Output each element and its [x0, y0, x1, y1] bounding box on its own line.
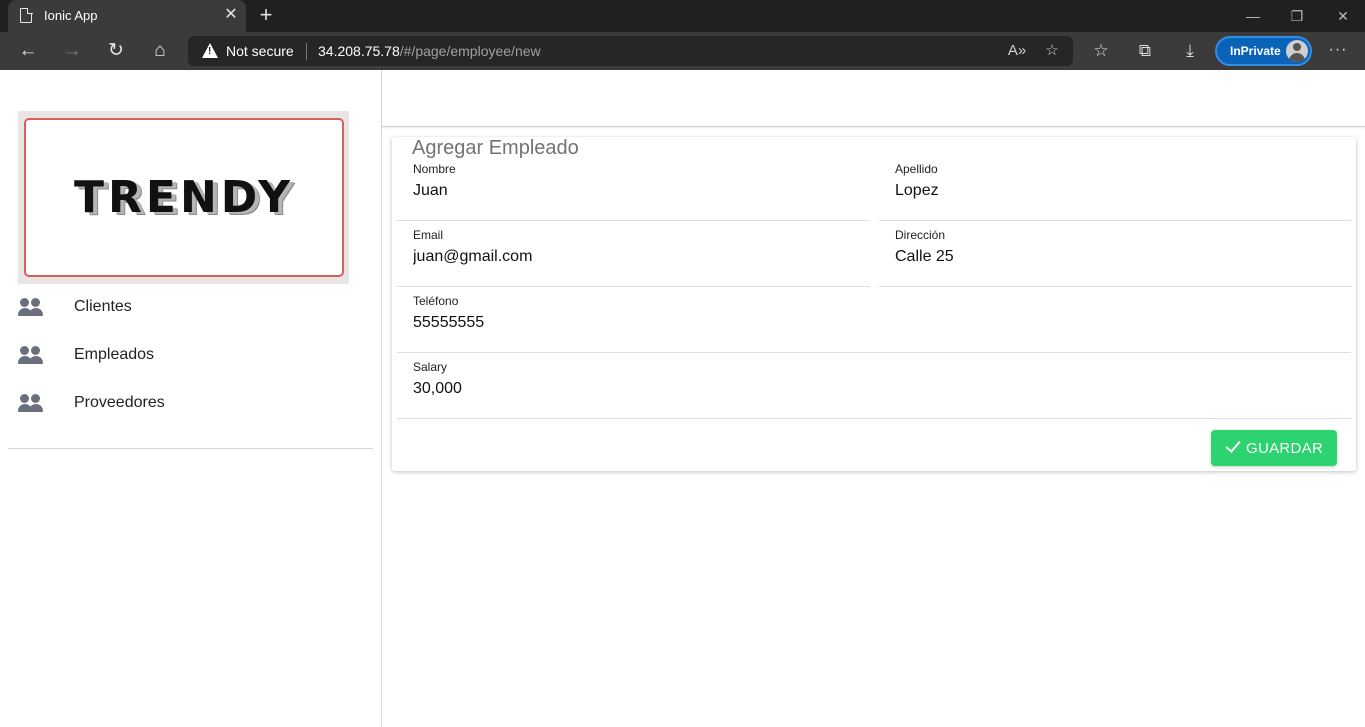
page-header — [382, 70, 1365, 127]
apellido-field: Apellido — [879, 155, 1351, 221]
salary-input[interactable] — [413, 378, 1343, 400]
email-label: Email — [413, 228, 444, 242]
browser-tab[interactable]: Ionic App ✕ — [8, 0, 246, 32]
email-field: Email — [397, 221, 870, 287]
salary-field: Salary — [397, 353, 1351, 419]
address-bar[interactable]: Not secure 34.208.75.78/#/page/employee/… — [188, 36, 1073, 66]
menu-item-label: Empleados — [74, 346, 155, 363]
avatar — [1286, 40, 1308, 62]
close-tab-icon[interactable]: ✕ — [222, 5, 240, 25]
menu-item-empleados[interactable]: Empleados — [0, 332, 381, 380]
apellido-label: Apellido — [895, 162, 938, 176]
add-favorite-icon[interactable]: ☆ — [1041, 40, 1063, 62]
direccion-label: Dirección — [895, 228, 946, 242]
nombre-input[interactable] — [413, 180, 862, 202]
minimize-icon[interactable]: — — [1243, 6, 1263, 26]
telefono-input[interactable] — [413, 312, 1343, 334]
inprivate-label: InPrivate — [1230, 44, 1281, 58]
logo-card: TRENDY — [24, 118, 344, 277]
menu-divider — [8, 448, 373, 449]
salary-label: Salary — [413, 360, 448, 374]
telefono-label: Teléfono — [413, 294, 459, 308]
refresh-icon[interactable]: ↻ — [103, 39, 129, 63]
browser-toolbar: ← → ↻ ⌂ Not secure 34.208.75.78/#/page/e… — [0, 32, 1365, 70]
read-aloud-icon[interactable]: A» — [1006, 40, 1028, 62]
url-path: /#/page/employee/new — [399, 43, 541, 59]
people-icon — [18, 298, 44, 318]
telefono-field: Teléfono — [397, 287, 1351, 353]
direccion-input[interactable] — [895, 246, 1343, 268]
close-window-icon[interactable]: ✕ — [1333, 6, 1353, 26]
save-button-label: GUARDAR — [1246, 440, 1324, 457]
home-icon[interactable]: ⌂ — [147, 39, 173, 63]
downloads-icon[interactable]: ⤓ — [1178, 39, 1202, 63]
browser-tab-bar: Ionic App ✕ + — ❐ ✕ — [0, 0, 1365, 32]
page-icon — [20, 7, 33, 23]
url-host: 34.208.75.78 — [318, 43, 400, 59]
favorites-icon[interactable]: ☆ — [1089, 39, 1113, 63]
people-icon — [18, 346, 44, 366]
back-icon[interactable]: ← — [15, 39, 41, 63]
direccion-field: Dirección — [879, 221, 1351, 287]
employee-form-card: Agregar Empleado Nombre Apellido Email D… — [392, 137, 1356, 471]
menu-item-label: Clientes — [74, 298, 132, 315]
address-divider — [306, 43, 307, 60]
nombre-label: Nombre — [413, 162, 456, 176]
security-label[interactable]: Not secure — [226, 43, 294, 59]
menu-item-proveedores[interactable]: Proveedores — [0, 380, 381, 428]
menu-item-label: Proveedores — [74, 394, 165, 411]
checkmark-icon — [1225, 437, 1241, 453]
save-button[interactable]: GUARDAR — [1211, 430, 1337, 466]
app-root: TRENDY Clientes Empleados Proveedores Ag… — [0, 70, 1365, 727]
side-menu: TRENDY Clientes Empleados Proveedores — [0, 70, 382, 727]
url-text[interactable]: 34.208.75.78/#/page/employee/new — [318, 43, 541, 59]
collections-icon[interactable]: ⧉ — [1133, 39, 1157, 63]
nombre-field: Nombre — [397, 155, 870, 221]
logo-container: TRENDY — [18, 111, 349, 284]
forward-icon[interactable]: → — [59, 39, 85, 63]
inprivate-button[interactable]: InPrivate — [1215, 36, 1312, 66]
restore-icon[interactable]: ❐ — [1287, 6, 1307, 26]
new-tab-icon[interactable]: + — [255, 3, 277, 27]
email-input[interactable] — [413, 246, 862, 268]
logo: TRENDY — [74, 172, 294, 223]
apellido-input[interactable] — [895, 180, 1343, 202]
tab-title: Ionic App — [44, 8, 98, 23]
warning-icon — [202, 43, 218, 58]
people-icon — [18, 394, 44, 414]
more-options-icon[interactable]: ··· — [1326, 39, 1350, 63]
menu-item-clientes[interactable]: Clientes — [0, 284, 381, 332]
